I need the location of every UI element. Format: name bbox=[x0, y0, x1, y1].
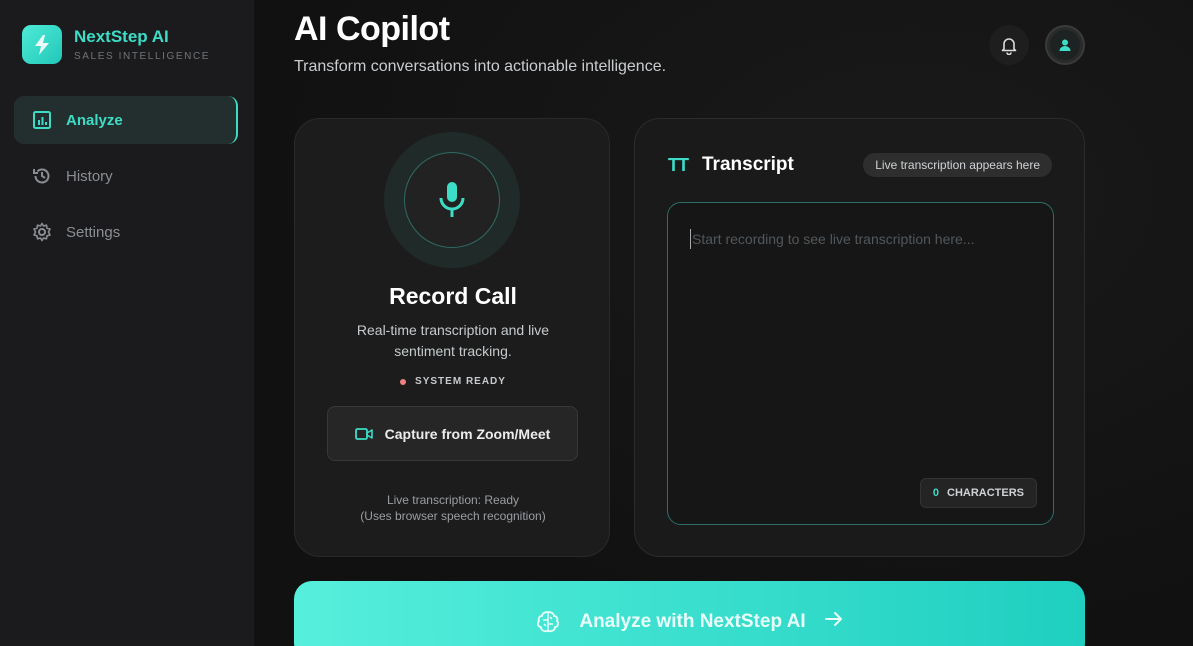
sidebar-nav: Analyze History Settings bbox=[14, 96, 238, 264]
bell-icon bbox=[999, 35, 1019, 55]
sidebar-item-analyze[interactable]: Analyze bbox=[14, 96, 238, 144]
character-count-value: 0 bbox=[932, 487, 939, 499]
transcript-input[interactable] bbox=[690, 229, 1030, 249]
microphone-icon bbox=[437, 181, 467, 219]
live-status-line: Live transcription: Ready bbox=[386, 493, 520, 507]
page-subtitle: Transform conversations into actionable … bbox=[294, 58, 667, 75]
record-button[interactable] bbox=[384, 132, 520, 268]
live-transcription-info: Live transcription: Ready (Uses browser … bbox=[295, 492, 611, 524]
record-description: Real-time transcription and live sentime… bbox=[356, 322, 550, 359]
transcript-area[interactable]: 0 CHARACTERS bbox=[667, 202, 1054, 525]
arrow-right-icon bbox=[824, 610, 844, 646]
transcript-card: TT Transcript Live transcription appears… bbox=[634, 118, 1085, 557]
sidebar-item-history[interactable]: History bbox=[14, 152, 238, 200]
brand[interactable]: NextStep AI SALES INTELLIGENCE bbox=[22, 25, 210, 64]
status-dot-icon bbox=[400, 378, 407, 385]
user-icon bbox=[1050, 30, 1080, 60]
sidebar: NextStep AI SALES INTELLIGENCE Analyze H… bbox=[0, 0, 254, 646]
transcript-badge: Live transcription appears here bbox=[863, 153, 1052, 177]
transcript-header: TT Transcript bbox=[668, 154, 794, 176]
capture-zoom-meet-button[interactable]: Capture from Zoom/Meet bbox=[327, 406, 578, 461]
brand-subtitle: SALES INTELLIGENCE bbox=[74, 51, 211, 62]
sidebar-item-settings[interactable]: Settings bbox=[14, 208, 238, 256]
live-note-line: (Uses browser speech recognition) bbox=[360, 509, 546, 523]
system-status: SYSTEM READY bbox=[295, 376, 611, 387]
text-size-icon: TT bbox=[668, 154, 689, 175]
app-root: NextStep AI SALES INTELLIGENCE Analyze H… bbox=[0, 0, 1193, 646]
record-call-card: Record Call Real-time transcription and … bbox=[294, 118, 610, 557]
record-title: Record Call bbox=[389, 283, 517, 309]
sidebar-item-label: Settings bbox=[66, 223, 121, 241]
avatar[interactable] bbox=[1045, 25, 1085, 65]
capture-label: Capture from Zoom/Meet bbox=[384, 425, 551, 442]
notifications-button[interactable] bbox=[989, 25, 1029, 65]
character-count: 0 CHARACTERS bbox=[919, 478, 1037, 508]
analyze-label: Analyze with NextStep AI bbox=[579, 611, 806, 632]
main-content: AI Copilot Transform conversations into … bbox=[254, 0, 1193, 646]
gear-icon bbox=[32, 222, 52, 242]
transcript-title: Transcript bbox=[702, 154, 794, 175]
brain-icon bbox=[535, 609, 561, 646]
page-title: AI Copilot bbox=[294, 10, 450, 48]
sidebar-item-label: History bbox=[66, 167, 113, 185]
sidebar-item-label: Analyze bbox=[66, 111, 123, 129]
brand-name: NextStep AI bbox=[74, 27, 169, 46]
chart-icon bbox=[32, 110, 52, 130]
analyze-button[interactable]: Analyze with NextStep AI bbox=[294, 581, 1085, 646]
lightning-icon bbox=[22, 25, 62, 64]
character-count-label: CHARACTERS bbox=[947, 487, 1024, 499]
video-camera-icon bbox=[354, 427, 373, 441]
history-icon bbox=[32, 166, 52, 186]
status-text: SYSTEM READY bbox=[415, 376, 506, 387]
